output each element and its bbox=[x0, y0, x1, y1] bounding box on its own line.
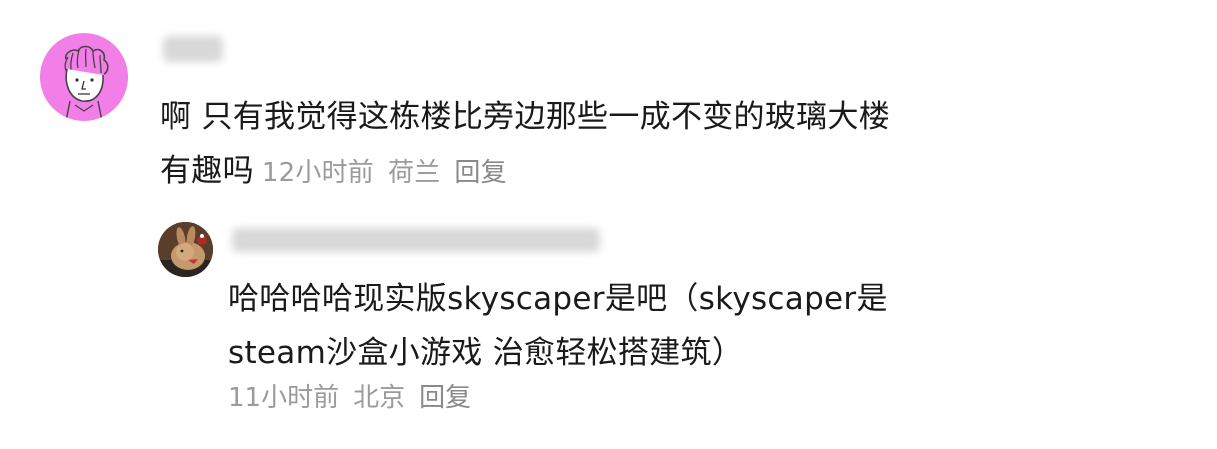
cartoon-face-icon bbox=[64, 45, 109, 121]
reply-location: 北京 bbox=[353, 383, 406, 413]
reply-body: 哈哈哈哈现实版skyscaper是吧（skyscaper是 steam沙盒小游戏… bbox=[228, 272, 888, 380]
comment-location: 荷兰 bbox=[388, 158, 441, 188]
comment-reply-button[interactable]: 回复 bbox=[454, 158, 506, 188]
reply-meta: 11小时前 北京 回复 bbox=[228, 378, 471, 418]
comment-text-line-2: 有趣吗 12小时前 荷兰 回复 bbox=[160, 144, 890, 200]
comment-body: 啊 只有我觉得这栋楼比旁边那些一成不变的玻璃大楼 有趣吗 12小时前 荷兰 回复 bbox=[160, 90, 890, 200]
reply-time: 11小时前 bbox=[228, 383, 340, 413]
reply-reply-button[interactable]: 回复 bbox=[419, 383, 471, 413]
reply-username-blurred[interactable] bbox=[232, 228, 600, 252]
comment-meta: 12小时前 荷兰 回复 bbox=[262, 158, 507, 188]
reply-text-line-1: 哈哈哈哈现实版skyscaper是吧（skyscaper是 bbox=[228, 281, 888, 317]
reply-avatar[interactable] bbox=[158, 222, 213, 277]
commenter-username-blurred[interactable] bbox=[163, 36, 223, 62]
comment-text-line-2-content: 有趣吗 bbox=[160, 153, 254, 189]
commenter-avatar[interactable] bbox=[40, 33, 128, 121]
comment-time: 12小时前 bbox=[261, 158, 374, 188]
comment-text-line-1: 啊 只有我觉得这栋楼比旁边那些一成不变的玻璃大楼 bbox=[160, 99, 891, 135]
reply-text-line-2: steam沙盒小游戏 治愈轻松搭建筑） bbox=[228, 335, 744, 371]
rabbit-photo-icon bbox=[158, 222, 213, 277]
